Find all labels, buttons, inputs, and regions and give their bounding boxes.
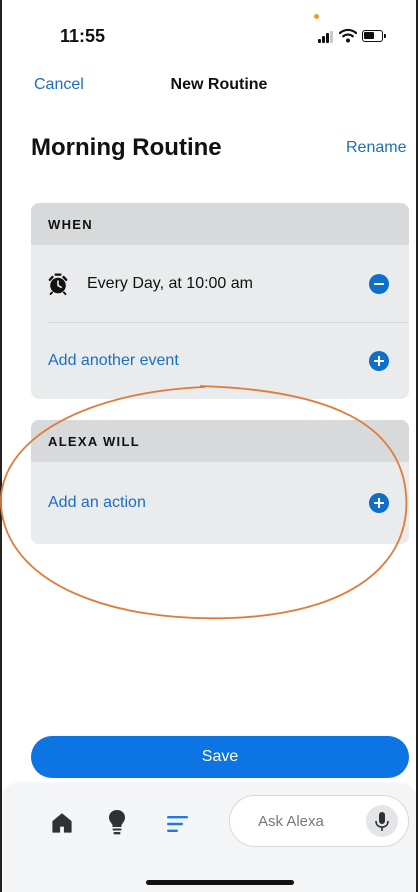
home-indicator xyxy=(146,880,294,885)
nav-title: New Routine xyxy=(170,76,268,93)
home-icon[interactable] xyxy=(51,812,73,834)
mic-button[interactable] xyxy=(366,805,398,837)
alarm-clock-icon xyxy=(48,273,68,295)
ask-alexa-field[interactable]: Ask Alexa xyxy=(229,795,409,847)
add-event-row[interactable]: Add another event xyxy=(31,322,409,399)
wifi-icon xyxy=(339,28,357,43)
add-action-row[interactable]: Add an action xyxy=(31,462,409,544)
alexa-will-card: ALEXA WILL Add an action xyxy=(31,420,409,544)
remove-event-button[interactable] xyxy=(369,273,389,294)
privacy-indicator-dot xyxy=(314,14,319,19)
when-header: WHEN xyxy=(31,203,409,245)
cellular-signal-icon xyxy=(318,31,334,43)
bottom-nav: Ask Alexa xyxy=(2,784,416,892)
microphone-icon xyxy=(375,812,389,831)
event-row[interactable]: Every Day, at 10:00 am xyxy=(31,245,409,322)
event-label: Every Day, at 10:00 am xyxy=(87,274,253,292)
routine-name: Morning Routine xyxy=(31,134,222,161)
status-bar: 11:55 xyxy=(0,0,418,60)
ask-alexa-placeholder: Ask Alexa xyxy=(258,813,324,830)
add-event-label[interactable]: Add another event xyxy=(48,352,179,370)
save-button[interactable]: Save xyxy=(31,736,409,778)
add-action-plus-icon[interactable] xyxy=(369,493,389,513)
rename-button[interactable]: Rename xyxy=(346,139,406,157)
add-action-label[interactable]: Add an action xyxy=(48,494,146,512)
battery-icon xyxy=(362,30,386,42)
lightbulb-icon[interactable] xyxy=(108,809,126,837)
status-time: 11:55 xyxy=(60,26,106,46)
routines-icon[interactable] xyxy=(167,815,189,833)
alexa-will-header: ALEXA WILL xyxy=(31,420,409,462)
when-card: WHEN Every Day, at 10:00 am Add another … xyxy=(31,203,409,399)
add-event-plus-icon[interactable] xyxy=(369,350,389,371)
